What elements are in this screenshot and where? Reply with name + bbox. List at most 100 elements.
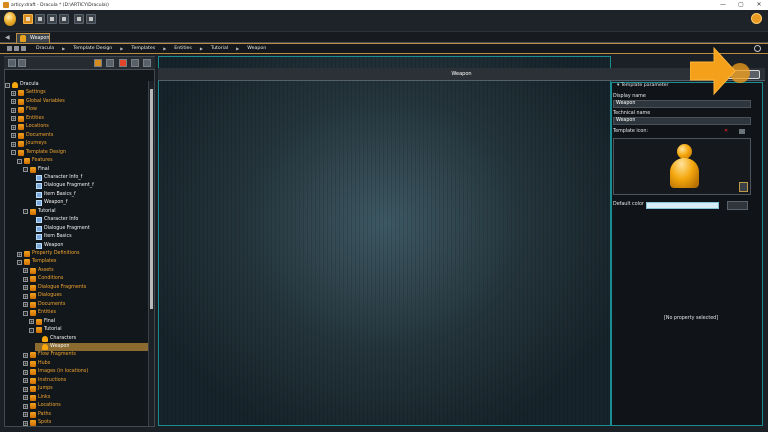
tree-node[interactable]: - Entities	[23, 309, 148, 317]
navigator-scrollbar[interactable]	[148, 81, 154, 426]
tree-node[interactable]: + Final	[29, 318, 148, 326]
tree-node[interactable]: + Journeys	[11, 140, 148, 148]
tree-node[interactable]: + Documents	[11, 132, 148, 140]
expand-toggle-icon[interactable]: -	[23, 209, 28, 215]
redo-icon[interactable]	[59, 14, 69, 24]
list-icon[interactable]	[74, 14, 84, 24]
expand-toggle-icon[interactable]: +	[23, 403, 28, 409]
tree-node[interactable]: + Spots	[23, 419, 148, 426]
back-icon[interactable]	[14, 46, 19, 51]
expand-toggle-icon[interactable]: +	[11, 133, 16, 139]
expand-toggle-icon[interactable]: -	[5, 82, 10, 88]
tree-node[interactable]: - Templates	[17, 258, 148, 266]
tree-node[interactable]: Character Info_f	[29, 174, 148, 182]
tree-node[interactable]: + Locations	[11, 123, 148, 131]
articy-logo-icon[interactable]	[4, 12, 16, 26]
expand-toggle-icon[interactable]: -	[17, 158, 22, 164]
refresh-icon[interactable]	[131, 59, 139, 67]
tree-node[interactable]: - Dracula	[5, 81, 148, 89]
tree-node[interactable]: - Tutorial	[29, 326, 148, 334]
tree-node[interactable]: Dialogue Fragment	[29, 225, 148, 233]
tab-scroll-left-icon[interactable]: ◀	[5, 34, 12, 41]
breadcrumb-item[interactable]: Entities	[174, 46, 192, 51]
tree-node[interactable]: - Tutorial	[23, 208, 148, 216]
breadcrumb-item[interactable]: Templates	[131, 46, 155, 51]
tab-weapon[interactable]: Weapon	[16, 33, 50, 43]
tree-node[interactable]: Weapon	[29, 242, 148, 250]
settings-gear-icon[interactable]	[754, 45, 761, 52]
tree-node[interactable]: + Conditions	[23, 275, 148, 283]
technical-name-field[interactable]: Weapon	[613, 117, 751, 125]
breadcrumb-item[interactable]: Template Design	[73, 46, 112, 51]
tree-node[interactable]: Weapon_f	[29, 199, 148, 207]
camera-icon[interactable]	[739, 129, 745, 134]
expand-toggle-icon[interactable]: +	[23, 369, 28, 375]
tree-node[interactable]: + Locations	[23, 402, 148, 410]
browse-icon-button[interactable]	[739, 182, 748, 192]
filter-icon[interactable]	[94, 59, 102, 67]
expand-toggle-icon[interactable]: +	[11, 90, 16, 96]
expand-toggle-icon[interactable]: +	[11, 116, 16, 122]
tree-node[interactable]: + Links	[23, 394, 148, 402]
tree-node[interactable]: - Final	[23, 166, 148, 174]
tree-node[interactable]: - Template Design	[11, 149, 148, 157]
scrollbar-thumb[interactable]	[150, 89, 153, 309]
sort-icon[interactable]	[106, 59, 114, 67]
expand-toggle-icon[interactable]: -	[17, 259, 22, 265]
expand-toggle-icon[interactable]: +	[11, 141, 16, 147]
expand-toggle-icon[interactable]: -	[23, 167, 28, 172]
display-name-field[interactable]: Weapon	[613, 100, 751, 108]
expand-toggle-icon[interactable]: +	[23, 352, 28, 358]
breadcrumb-item[interactable]: Tutorial	[211, 46, 228, 51]
tree-node[interactable]: Weapon	[35, 342, 148, 351]
help-icon[interactable]	[86, 14, 96, 24]
expand-toggle-icon[interactable]: +	[23, 361, 28, 367]
navigation-icon[interactable]	[23, 14, 33, 24]
tree-node[interactable]: + Paths	[23, 411, 148, 419]
tree-node[interactable]: + Entities	[11, 115, 148, 123]
expand-toggle-icon[interactable]: +	[11, 107, 16, 113]
breadcrumb-item[interactable]: Dracula	[36, 46, 54, 51]
tree-node[interactable]: - Features	[17, 157, 148, 165]
remove-icon-button[interactable]: ✕	[724, 129, 729, 134]
tree-node[interactable]: + Images (in locations)	[23, 368, 148, 376]
tree-node[interactable]: Character Info	[29, 216, 148, 224]
tree-node[interactable]: + Jumps	[23, 385, 148, 393]
color-picker-button[interactable]	[727, 201, 748, 210]
tree-expand-icon[interactable]	[8, 59, 16, 67]
default-color-swatch[interactable]	[646, 202, 719, 209]
user-profile-icon[interactable]	[751, 13, 762, 24]
expand-toggle-icon[interactable]: -	[11, 150, 16, 156]
expand-toggle-icon[interactable]: +	[23, 378, 28, 384]
minimize-button[interactable]: —	[714, 0, 732, 10]
expand-toggle-icon[interactable]: +	[29, 319, 34, 325]
expand-toggle-icon[interactable]: +	[23, 268, 28, 274]
expand-toggle-icon[interactable]: +	[23, 420, 28, 426]
tree-node[interactable]: + Hubs	[23, 360, 148, 368]
tree-node[interactable]: + Flow Fragments	[23, 351, 148, 359]
search-icon[interactable]	[119, 59, 127, 67]
tree-node[interactable]: + Settings	[11, 89, 148, 97]
delete-icon[interactable]	[143, 59, 151, 67]
expand-toggle-icon[interactable]: +	[23, 395, 28, 401]
home-icon[interactable]	[7, 46, 12, 51]
breadcrumb-item[interactable]: Weapon	[247, 46, 266, 51]
expand-toggle-icon[interactable]: +	[17, 251, 22, 257]
forward-icon[interactable]	[21, 46, 26, 51]
tree-node[interactable]: + Property Definitions	[17, 250, 148, 258]
tree-node[interactable]: + Documents	[23, 301, 148, 309]
expand-toggle-icon[interactable]: +	[23, 302, 28, 308]
tree-collapse-icon[interactable]	[18, 59, 26, 67]
expand-toggle-icon[interactable]: +	[23, 285, 28, 291]
tree-node[interactable]: + Flow	[11, 106, 148, 114]
save-icon[interactable]	[35, 14, 45, 24]
expand-toggle-icon[interactable]: -	[29, 327, 34, 333]
tree-node[interactable]: Item Basics	[29, 233, 148, 241]
maximize-button[interactable]: ▢	[732, 0, 750, 10]
tree-node[interactable]: + Global Variables	[11, 98, 148, 106]
tree-node[interactable]: + Dialogues	[23, 292, 148, 300]
tree-node[interactable]: Dialogue Fragment_f	[29, 182, 148, 190]
expand-toggle-icon[interactable]: +	[11, 124, 16, 130]
tree-node[interactable]: + Assets	[23, 267, 148, 275]
expand-toggle-icon[interactable]: +	[11, 99, 16, 105]
